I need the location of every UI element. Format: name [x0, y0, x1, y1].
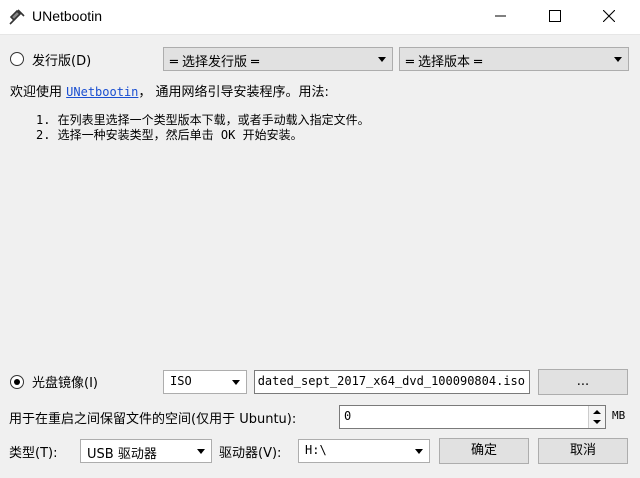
- intro-text: 欢迎使用 UNetbootin， 通用网络引导安装程序。用法:: [10, 81, 329, 100]
- persistence-label: 用于在重启之间保留文件的空间(仅用于 Ubuntu):: [9, 412, 297, 427]
- browse-button[interactable]: ...: [538, 369, 628, 395]
- usage-steps: 1. 在列表里选择一个类型版本下载，或者手动载入指定文件。 2. 选择一种安装类…: [36, 113, 370, 143]
- spin-down-icon[interactable]: [589, 417, 605, 428]
- diskimage-radio[interactable]: [10, 375, 24, 389]
- chevron-down-icon: [378, 57, 386, 62]
- version-select[interactable]: ═ 选择版本 ═: [399, 47, 629, 71]
- cancel-button-label: 取消: [569, 443, 596, 458]
- close-icon: [603, 10, 615, 22]
- distro-radio[interactable]: [10, 52, 24, 66]
- spin-up-icon[interactable]: [589, 406, 605, 417]
- version-select-value: ═ 选择版本 ═: [406, 55, 482, 70]
- maximize-icon: [549, 10, 561, 22]
- unetbootin-link[interactable]: UNetbootin: [66, 85, 138, 99]
- chevron-down-icon: [232, 380, 240, 385]
- distro-radio-label[interactable]: 发行版(D): [32, 50, 91, 69]
- distro-select[interactable]: ═ 选择发行版 ═: [163, 47, 393, 71]
- persistence-value: 0: [344, 409, 352, 423]
- diskimage-radio-label[interactable]: 光盘镜像(I): [32, 372, 98, 391]
- intro-suffix: ， 通用网络引导安装程序。用法:: [138, 85, 329, 100]
- unetbootin-icon: [9, 9, 25, 25]
- close-button[interactable]: [586, 0, 632, 33]
- cancel-button[interactable]: 取消: [538, 438, 628, 464]
- window-title: UNetbootin: [32, 8, 103, 24]
- type-label: 类型(T):: [9, 446, 58, 461]
- ok-button[interactable]: 确定: [439, 438, 529, 464]
- ok-button-label: 确定: [470, 443, 497, 458]
- chevron-down-icon: [614, 57, 622, 62]
- drive-select[interactable]: H:\: [298, 439, 430, 463]
- install-type-select[interactable]: USB 驱动器: [80, 439, 212, 463]
- chevron-down-icon: [197, 449, 205, 454]
- install-type-value: USB 驱动器: [87, 447, 157, 462]
- minimize-button[interactable]: [478, 0, 524, 33]
- usage-step: 1. 在列表里选择一个类型版本下载，或者手动载入指定文件。: [36, 113, 370, 127]
- image-type-select[interactable]: ISO: [163, 370, 247, 394]
- drive-value: H:\: [305, 443, 327, 457]
- image-type-value: ISO: [170, 374, 192, 388]
- minimize-icon: [495, 15, 506, 17]
- persistence-unit: MB: [612, 409, 626, 422]
- spinner-buttons[interactable]: [588, 406, 605, 428]
- iso-path-input[interactable]: dated_sept_2017_x64_dvd_100090804.iso: [254, 370, 530, 394]
- intro-prefix: 欢迎使用: [10, 85, 63, 100]
- distro-select-value: ═ 选择发行版 ═: [170, 55, 259, 70]
- maximize-button[interactable]: [532, 0, 578, 33]
- drive-label: 驱动器(V):: [219, 446, 282, 461]
- title-bar: UNetbootin: [0, 0, 640, 35]
- chevron-down-icon: [415, 449, 423, 454]
- persistence-spinbox[interactable]: 0: [339, 405, 606, 429]
- iso-path-value: dated_sept_2017_x64_dvd_100090804.iso: [257, 374, 525, 388]
- browse-button-label: ...: [576, 374, 590, 389]
- usage-step: 2. 选择一种安装类型，然后单击 OK 开始安装。: [36, 128, 303, 142]
